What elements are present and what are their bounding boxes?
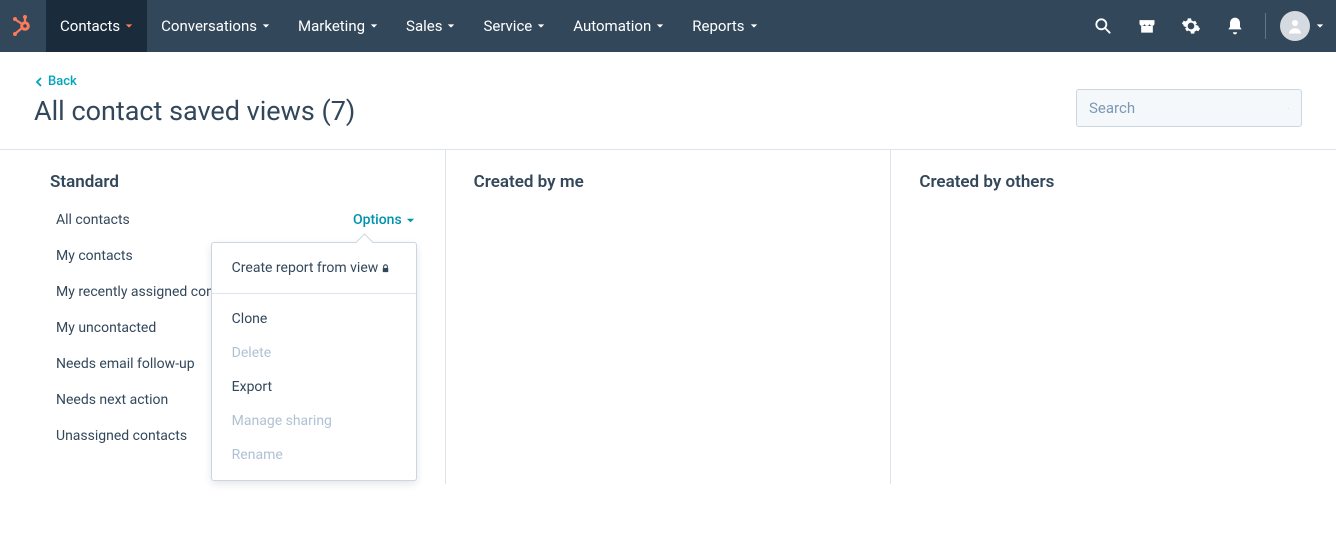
- nav-item-automation[interactable]: Automation: [559, 0, 678, 52]
- dd-delete: Delete: [212, 336, 416, 370]
- sub-header: Back All contact saved views (7): [0, 52, 1336, 150]
- chevron-down-icon: [537, 22, 545, 30]
- nav-item-contacts[interactable]: Contacts: [46, 0, 147, 52]
- column-header: Created by me: [446, 172, 891, 202]
- dd-manage-sharing: Manage sharing: [212, 404, 416, 438]
- search-box[interactable]: [1076, 89, 1302, 127]
- chevron-left-icon: [34, 77, 44, 87]
- search-icon[interactable]: [1081, 0, 1125, 52]
- dd-label: Manage sharing: [232, 413, 332, 429]
- notifications-icon[interactable]: [1213, 0, 1257, 52]
- view-label: All contacts: [56, 212, 130, 228]
- view-list: All contacts Options Create report from …: [0, 202, 445, 454]
- dd-label: Delete: [232, 345, 271, 361]
- sprocket-icon: [11, 14, 35, 38]
- dd-rename: Rename: [212, 438, 416, 472]
- chevron-down-icon: [125, 22, 133, 30]
- view-label: Unassigned contacts: [56, 428, 187, 444]
- marketplace-icon[interactable]: [1125, 0, 1169, 52]
- gear-icon: [1181, 16, 1201, 36]
- nav-right: [1081, 0, 1324, 52]
- columns: Standard All contacts Options Create rep…: [0, 150, 1336, 484]
- dropdown-section-top: Create report from view: [212, 243, 416, 293]
- nav-label: Sales: [406, 17, 442, 35]
- hubspot-logo[interactable]: [0, 0, 46, 52]
- column-created-by-others: Created by others: [891, 150, 1336, 484]
- view-item-all-contacts[interactable]: All contacts Options Create report from …: [0, 202, 445, 238]
- nav-item-marketing[interactable]: Marketing: [284, 0, 392, 52]
- dropdown-section-main: Clone Delete Export Manage sharing Renam…: [212, 294, 416, 480]
- view-label: My uncontacted: [56, 320, 156, 336]
- chevron-down-icon: [656, 22, 664, 30]
- chevron-down-icon: [447, 22, 455, 30]
- bell-icon: [1225, 16, 1245, 36]
- search-input[interactable]: [1089, 99, 1288, 117]
- options-label: Options: [353, 212, 402, 228]
- view-label: Needs next action: [56, 392, 168, 408]
- nav-separator: [1265, 13, 1266, 39]
- nav-item-reports[interactable]: Reports: [678, 0, 771, 52]
- nav-label: Automation: [573, 17, 651, 35]
- top-nav: Contacts Conversations Marketing Sales S…: [0, 0, 1336, 52]
- back-link[interactable]: Back: [34, 74, 355, 89]
- view-label: My contacts: [56, 248, 133, 264]
- search-icon: [1288, 100, 1289, 117]
- dd-clone[interactable]: Clone: [212, 302, 416, 336]
- settings-icon[interactable]: [1169, 0, 1213, 52]
- chevron-down-icon: [1316, 22, 1324, 30]
- avatar: [1280, 11, 1310, 41]
- column-created-by-me: Created by me: [446, 150, 892, 484]
- chevron-down-icon: [370, 22, 378, 30]
- back-label: Back: [48, 74, 77, 89]
- nav-item-sales[interactable]: Sales: [392, 0, 469, 52]
- options-trigger[interactable]: Options: [353, 212, 415, 228]
- column-standard: Standard All contacts Options Create rep…: [0, 150, 446, 484]
- magnifier-icon: [1093, 16, 1113, 36]
- nav-label: Service: [483, 17, 532, 35]
- dd-label: Clone: [232, 311, 268, 327]
- dd-label: Rename: [232, 447, 283, 463]
- store-icon: [1137, 16, 1157, 36]
- nav-item-conversations[interactable]: Conversations: [147, 0, 284, 52]
- caret-down-icon: [406, 216, 415, 225]
- nav-left: Contacts Conversations Marketing Sales S…: [0, 0, 772, 52]
- account-menu[interactable]: [1274, 11, 1324, 41]
- nav-label: Marketing: [298, 17, 365, 35]
- page-title: All contact saved views (7): [34, 95, 355, 127]
- dd-label: Create report from view: [232, 260, 379, 276]
- nav-label: Conversations: [161, 17, 257, 35]
- dd-export[interactable]: Export: [212, 370, 416, 404]
- dd-label: Export: [232, 379, 272, 395]
- nav-label: Contacts: [60, 17, 120, 35]
- column-header: Standard: [0, 172, 445, 202]
- nav-item-service[interactable]: Service: [469, 0, 559, 52]
- view-label: Needs email follow-up: [56, 356, 195, 372]
- lock-icon: [380, 263, 391, 274]
- chevron-down-icon: [750, 22, 758, 30]
- nav-label: Reports: [692, 17, 744, 35]
- chevron-down-icon: [262, 22, 270, 30]
- person-icon: [1286, 17, 1304, 35]
- dd-create-report[interactable]: Create report from view: [212, 251, 416, 285]
- options-dropdown: Create report from view Clone Delete Exp…: [211, 242, 417, 481]
- column-header: Created by others: [891, 172, 1336, 202]
